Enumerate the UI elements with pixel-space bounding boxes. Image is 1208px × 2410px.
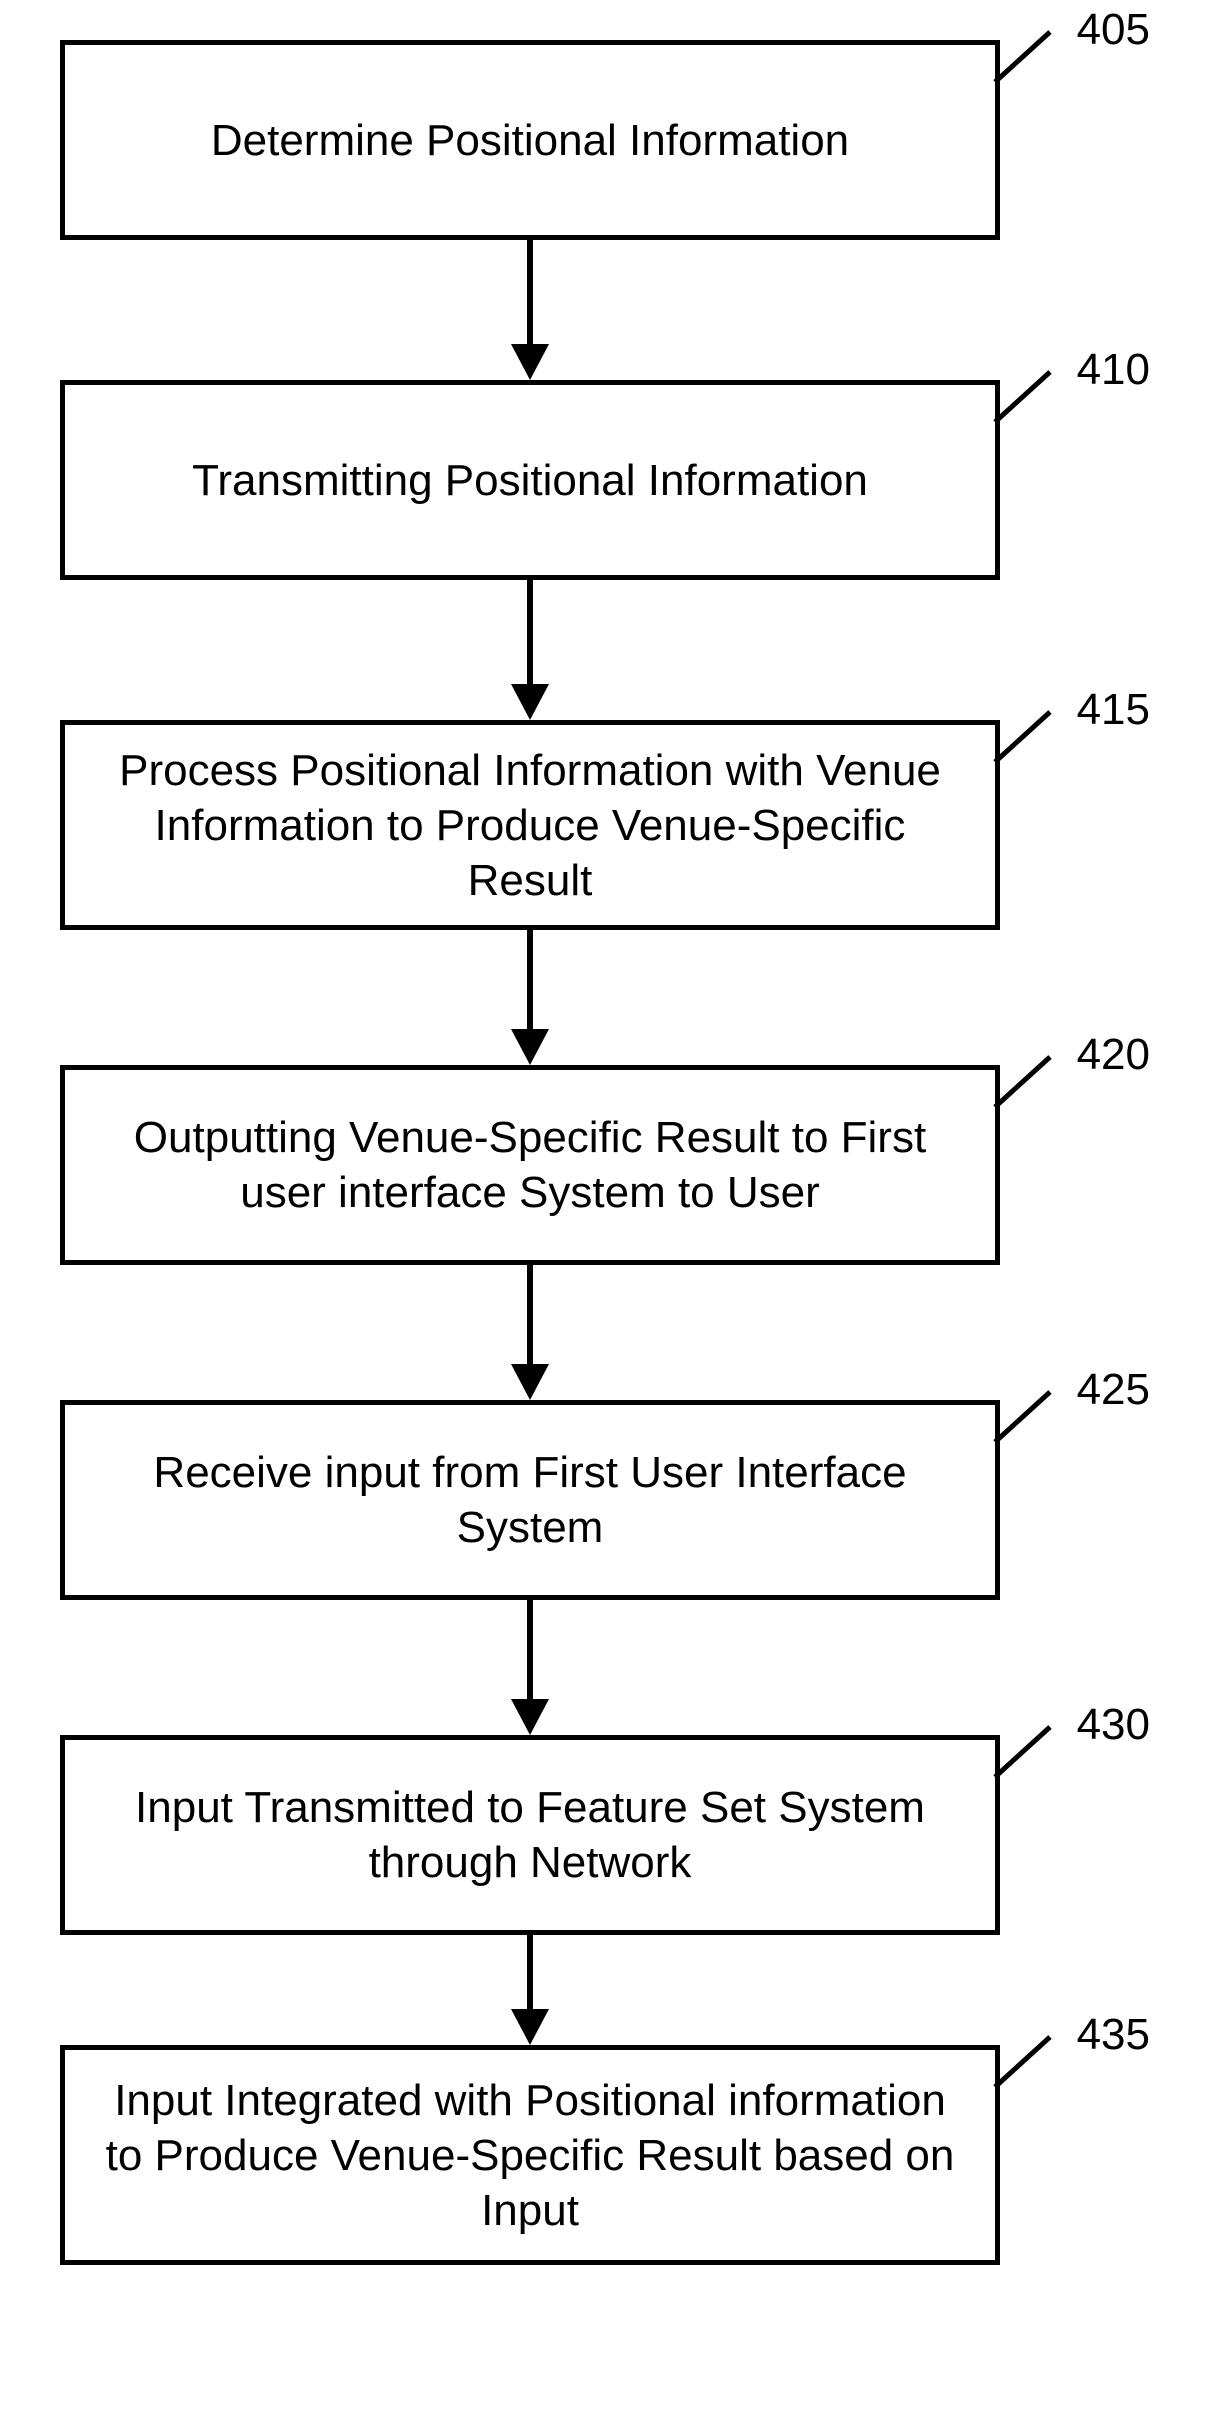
flow-step-415: Process Positional Information with Venu…: [60, 720, 1000, 930]
flow-step-text: Determine Positional Information: [211, 113, 849, 168]
leader-line: [995, 707, 1065, 777]
leader-line: [995, 1052, 1065, 1122]
flow-step-text: Receive input from First User Interface …: [105, 1445, 955, 1555]
ref-label: 415: [1077, 685, 1150, 735]
flow-step-430: Input Transmitted to Feature Set System …: [60, 1735, 1000, 1935]
arrow-wrap: [60, 240, 1000, 380]
arrow-wrap: [60, 1600, 1000, 1735]
arrow-down: [505, 1935, 555, 2045]
arrow-down: [505, 930, 555, 1065]
flow-step-420: Outputting Venue-Specific Result to Firs…: [60, 1065, 1000, 1265]
flow-step-405: Determine Positional Information 405: [60, 40, 1000, 240]
arrow-down: [505, 240, 555, 380]
flow-step-text: Outputting Venue-Specific Result to Firs…: [105, 1110, 955, 1220]
leader-line: [995, 1387, 1065, 1457]
flowchart-container: Determine Positional Information 405 Tra…: [60, 40, 1140, 2265]
arrow-wrap: [60, 580, 1000, 720]
ref-label: 405: [1077, 5, 1150, 55]
arrow-wrap: [60, 930, 1000, 1065]
flow-step-435: Input Integrated with Positional informa…: [60, 2045, 1000, 2265]
flow-step-text: Process Positional Information with Venu…: [105, 743, 955, 908]
arrow-wrap: [60, 1265, 1000, 1400]
flow-step-text: Input Transmitted to Feature Set System …: [105, 1780, 955, 1890]
ref-label: 430: [1077, 1700, 1150, 1750]
ref-label: 410: [1077, 345, 1150, 395]
leader-line: [995, 1722, 1065, 1792]
flow-step-text: Input Integrated with Positional informa…: [105, 2073, 955, 2238]
arrow-down: [505, 1265, 555, 1400]
flow-step-410: Transmitting Positional Information 410: [60, 380, 1000, 580]
leader-line: [995, 367, 1065, 437]
arrow-down: [505, 1600, 555, 1735]
ref-label: 420: [1077, 1030, 1150, 1080]
arrow-down: [505, 580, 555, 720]
arrow-wrap: [60, 1935, 1000, 2045]
flow-step-text: Transmitting Positional Information: [192, 453, 868, 508]
ref-label: 425: [1077, 1365, 1150, 1415]
flow-step-425: Receive input from First User Interface …: [60, 1400, 1000, 1600]
leader-line: [995, 27, 1065, 97]
leader-line: [995, 2032, 1065, 2102]
ref-label: 435: [1077, 2010, 1150, 2060]
